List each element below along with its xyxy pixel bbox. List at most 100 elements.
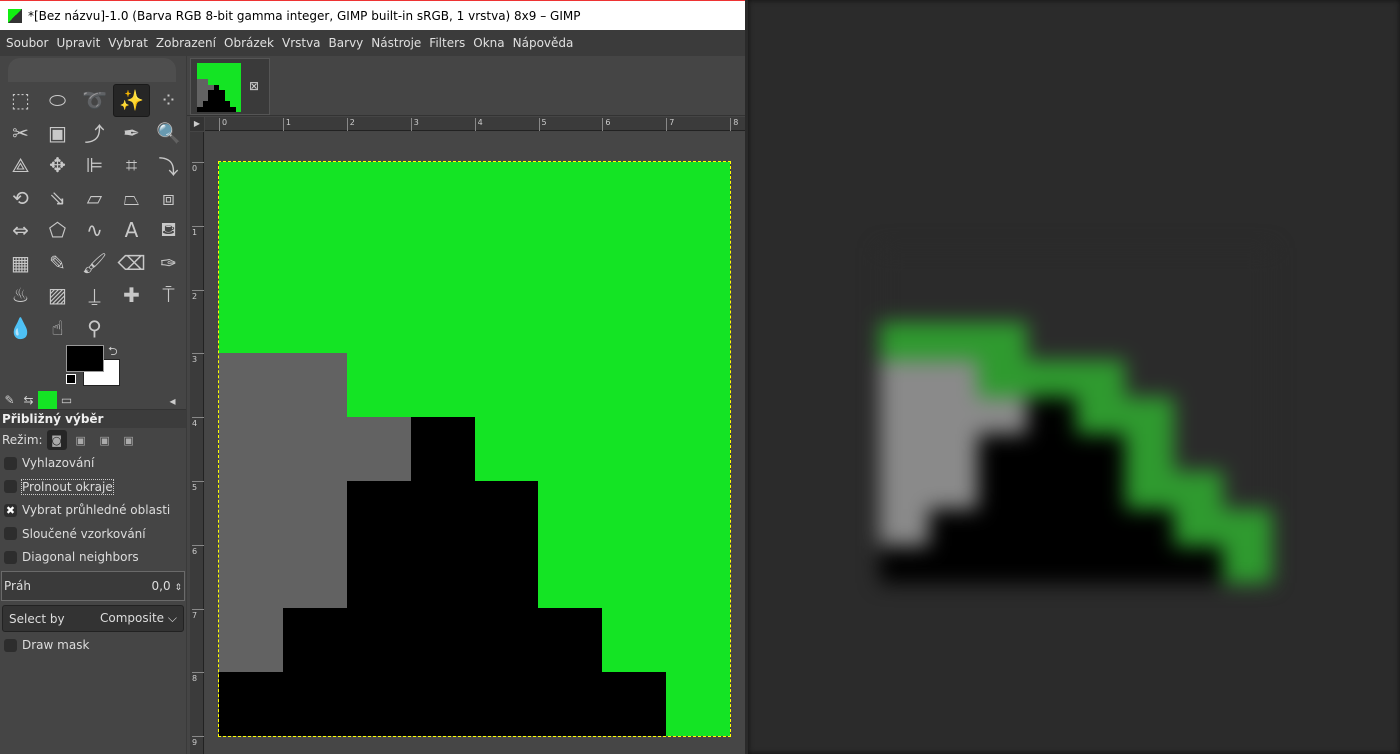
move-tool-icon[interactable]: ✥	[39, 149, 76, 182]
color-picker-tool-icon[interactable]: ✒	[113, 117, 150, 150]
images-tab-icon[interactable]	[38, 390, 57, 409]
blur-tool-icon[interactable]: 💧	[2, 312, 39, 345]
measure-tool-icon[interactable]: ⟁	[2, 149, 39, 182]
close-tab-icon[interactable]: ⊠	[249, 79, 259, 93]
zoom-tool-icon[interactable]: 🔍	[150, 117, 187, 150]
pixel	[538, 544, 603, 609]
heal-tool-icon[interactable]: ✚	[113, 279, 150, 312]
menu-6[interactable]: Barvy	[325, 36, 368, 50]
mypaint-brush-tool-icon[interactable]: ▨	[39, 279, 76, 312]
pixel	[880, 471, 929, 509]
pixel	[346, 608, 411, 673]
canvas-area[interactable]	[205, 132, 745, 754]
swap-colors-icon[interactable]: ⮌	[108, 342, 118, 363]
menu-1[interactable]: Upravit	[52, 36, 104, 50]
spin-arrows-icon[interactable]: ⇕	[174, 583, 182, 593]
ellipse-select-tool-icon[interactable]: ⬭	[39, 84, 76, 117]
dock-menu-icon[interactable]: ◂	[163, 392, 182, 410]
perspective-clone-tool-icon[interactable]: ⍑	[150, 279, 187, 312]
mode-subtract-icon[interactable]: ▣	[95, 430, 115, 450]
pixel	[538, 289, 603, 354]
default-colors-icon[interactable]	[66, 374, 76, 384]
unified-transform-tool-icon[interactable]: ⤵	[150, 149, 187, 182]
option-checkbox-0[interactable]: Vyhlazování	[4, 456, 94, 470]
rotate-tool-icon[interactable]: ⟲	[2, 182, 39, 215]
pixel	[1223, 248, 1272, 286]
option-checkbox-1[interactable]: Prolnout okraje	[4, 478, 114, 495]
option-checkbox-2[interactable]: ✖ Vybrat průhledné oblasti	[4, 503, 170, 517]
3d-transform-tool-icon[interactable]: ⧈	[150, 182, 187, 215]
pixel	[538, 480, 603, 545]
pixel	[1027, 471, 1076, 509]
pixel	[929, 248, 978, 286]
color-select-tool-icon[interactable]: ⁘	[150, 84, 187, 117]
paintbrush-tool-icon[interactable]: 🖌	[76, 247, 113, 280]
pixel	[978, 322, 1027, 360]
pixel	[1125, 434, 1174, 472]
menu-10[interactable]: Nápověda	[509, 36, 578, 50]
checkbox-box	[4, 527, 17, 540]
shear-tool-icon[interactable]: ▱	[76, 182, 113, 215]
mode-intersect-icon[interactable]: ▣	[119, 430, 139, 450]
image-tab[interactable]: ⊠	[190, 58, 270, 115]
foreground-color[interactable]	[66, 345, 104, 372]
menu-5[interactable]: Vrstva	[278, 36, 325, 50]
eraser-tool-icon[interactable]: ⌫	[113, 247, 150, 280]
ruler-tick-label: 3	[410, 118, 419, 131]
rect-select-tool-icon[interactable]: ⬚	[2, 84, 39, 117]
draw-mask-checkbox[interactable]: Draw mask	[4, 638, 89, 652]
clone-tool-icon[interactable]: ⍊	[76, 279, 113, 312]
scissors-tool-icon[interactable]: ✂	[2, 117, 39, 150]
crop-tool-icon[interactable]: ⌗	[113, 149, 150, 182]
mode-replace-icon[interactable]: ◙	[46, 430, 67, 450]
airbrush-tool-icon[interactable]: ✑	[150, 247, 187, 280]
text-tool-icon[interactable]: A	[113, 214, 150, 247]
pixel	[346, 672, 411, 736]
quick-mask-toggle[interactable]: ▶	[190, 117, 204, 131]
perspective-tool-icon[interactable]: ⏢	[113, 182, 150, 215]
mode-add-icon[interactable]: ▣	[71, 430, 91, 450]
pixel	[666, 162, 730, 226]
tool-options-tab-icon[interactable]: ✎	[0, 391, 19, 409]
option-checkbox-3[interactable]: Sloučené vzorkování	[4, 527, 146, 541]
tool-options-title: Přibližný výběr	[0, 410, 186, 428]
menu-4[interactable]: Obrázek	[220, 36, 278, 50]
menu-0[interactable]: Soubor	[2, 36, 52, 50]
free-select-tool-icon[interactable]: ➰	[76, 84, 113, 117]
pixel	[219, 353, 283, 418]
align-tool-icon[interactable]: ⊫	[76, 149, 113, 182]
scale-tool-icon[interactable]: ⇘	[39, 182, 76, 215]
menu-8[interactable]: Filters	[425, 36, 469, 50]
pixel	[219, 417, 283, 481]
pencil-tool-icon[interactable]: ✎	[39, 247, 76, 280]
menu-2[interactable]: Vybrat	[104, 36, 152, 50]
pixel	[1076, 396, 1125, 435]
ink-tool-icon[interactable]: ♨	[2, 279, 39, 312]
gradient-tool-icon[interactable]: ▦	[2, 247, 39, 280]
option-checkbox-4[interactable]: Diagonal neighbors	[4, 550, 139, 564]
image-canvas[interactable]	[218, 161, 731, 737]
paths-tool-icon[interactable]: ⤴	[76, 117, 113, 150]
pixel	[666, 353, 730, 418]
select-by-dropdown[interactable]: Select by Composite ⌵	[2, 605, 184, 632]
pixel	[219, 289, 283, 354]
menu-9[interactable]: Okna	[469, 36, 508, 50]
pixel	[880, 322, 929, 360]
bucket-fill-tool-icon[interactable]: ⛾	[150, 214, 187, 247]
dodge-burn-tool-icon[interactable]: ⚲	[76, 312, 113, 345]
fuzzy-select-tool-icon[interactable]: ✨	[113, 84, 150, 117]
menu-3[interactable]: Zobrazení	[152, 36, 220, 50]
pixel	[346, 480, 411, 545]
smudge-tool-icon[interactable]: ☝	[39, 312, 76, 345]
ruler-tick-label: 4	[474, 118, 483, 131]
menu-7[interactable]: Nástroje	[367, 36, 425, 50]
select-by-label: Select by	[9, 611, 65, 626]
pixel	[1125, 396, 1174, 435]
warp-tool-icon[interactable]: ∿	[76, 214, 113, 247]
foreground-select-tool-icon[interactable]: ▣	[39, 117, 76, 150]
cage-tool-icon[interactable]: ⬠	[39, 214, 76, 247]
undo-history-tab-icon[interactable]: ⇆	[19, 391, 38, 409]
device-status-tab-icon[interactable]: ▭	[57, 391, 76, 409]
threshold-spinner[interactable]: Práh 0,0 ⇕	[1, 571, 185, 601]
flip-tool-icon[interactable]: ⇔	[2, 214, 39, 247]
